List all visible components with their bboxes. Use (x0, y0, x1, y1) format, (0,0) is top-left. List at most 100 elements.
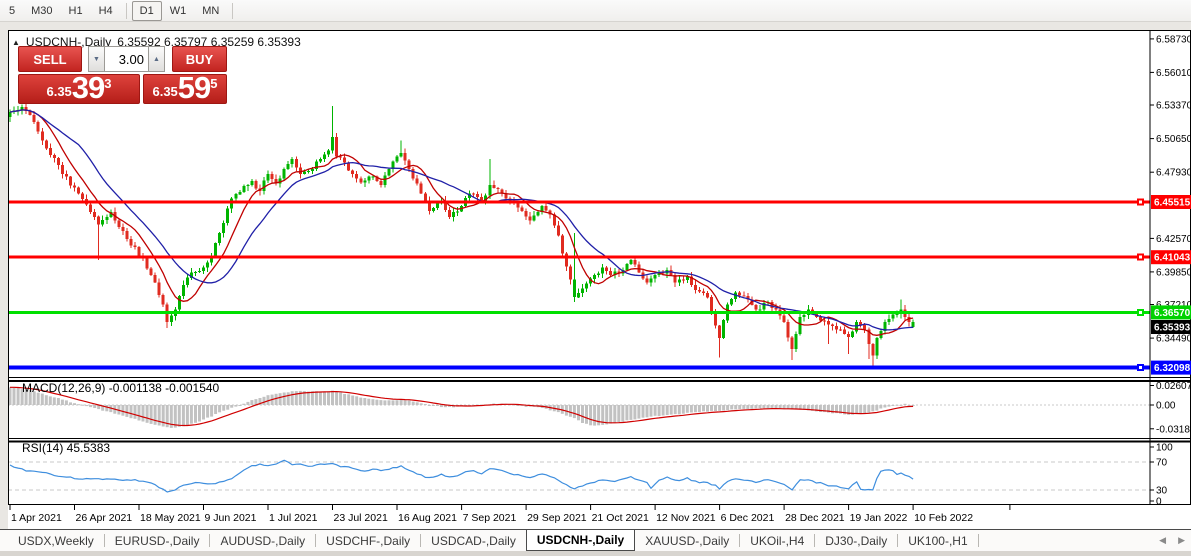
macd-histogram-bar (714, 405, 717, 411)
macd-histogram-bar (859, 405, 862, 414)
macd-histogram-bar (65, 400, 68, 405)
candle-body (49, 148, 52, 155)
macd-histogram-bar (706, 405, 709, 412)
candle-body (61, 165, 64, 174)
macd-histogram-bar (424, 404, 427, 405)
candle-body (799, 317, 802, 334)
macd-histogram-bar (279, 393, 282, 405)
macd-histogram-bar (283, 393, 286, 406)
buy-button[interactable]: BUY (172, 46, 227, 72)
macd-histogram-bar (771, 405, 774, 408)
macd-histogram-bar (85, 405, 88, 406)
buy-price-panel[interactable]: 6.35595 (143, 74, 227, 104)
candle-body (162, 295, 165, 305)
chart-tab-usdx-weekly[interactable]: USDX,Weekly (8, 530, 104, 551)
macd-histogram-bar (662, 405, 665, 416)
chart-tab-usdcnh-daily[interactable]: USDCNH-,Daily (526, 530, 635, 551)
macd-histogram-bar (658, 405, 661, 416)
candle-body (863, 325, 866, 329)
rsi-tick-label: 70 (1156, 458, 1168, 469)
macd-histogram-bar (400, 400, 403, 405)
timeframe-button-w1[interactable]: W1 (162, 1, 195, 21)
chart-tab-ukoil-h4[interactable]: UKOil-,H4 (740, 530, 814, 551)
candle-body (37, 122, 40, 132)
candle-body (65, 174, 68, 177)
timeframe-button-h1[interactable]: H1 (61, 1, 91, 21)
macd-histogram-bar (178, 405, 181, 427)
timeframe-button-m30[interactable]: M30 (23, 1, 60, 21)
macd-histogram-bar (182, 405, 185, 426)
candle-body (307, 171, 310, 172)
timeframe-button-d1[interactable]: D1 (132, 1, 162, 21)
date-label: 26 Apr 2021 (76, 512, 133, 524)
macd-histogram-bar (323, 392, 326, 406)
candle-body (436, 203, 439, 208)
macd-histogram-bar (682, 405, 685, 414)
volume-increase-button[interactable]: ▲ (148, 46, 165, 72)
macd-histogram-bar (146, 405, 149, 423)
sell-price-pip: 3 (104, 76, 111, 91)
candle-body (150, 269, 153, 275)
candle-body (343, 157, 346, 162)
timeframe-button-h4[interactable]: H4 (91, 1, 121, 21)
sell-price-panel[interactable]: 6.35393 (18, 74, 140, 104)
tab-scroll-right-icon[interactable]: ▶ (1178, 535, 1185, 546)
chart-tab-usdchf-daily[interactable]: USDCHF-,Daily (316, 530, 420, 551)
chart-tab-dj30-daily[interactable]: DJ30-,Daily (815, 530, 897, 551)
candle-body (41, 132, 44, 141)
price-tick-label: 6.42570 (1156, 234, 1191, 245)
candle-body (81, 194, 84, 199)
chart-tab-usdcad-daily[interactable]: USDCAD-,Daily (421, 530, 526, 551)
macd-histogram-bar (291, 391, 294, 405)
sell-button[interactable]: SELL (18, 46, 82, 72)
tab-scroll-left-icon[interactable]: ◀ (1159, 535, 1166, 546)
candle-body (722, 320, 725, 338)
timeframe-button-mn[interactable]: MN (194, 1, 227, 21)
candle-body (93, 212, 96, 217)
level-price-badge: 6.36570 (1151, 305, 1191, 319)
macd-tick-label: -0.03187 (1156, 424, 1191, 435)
candle-body (851, 332, 854, 337)
candle-body (714, 312, 717, 325)
volume-decrease-button[interactable]: ▼ (88, 46, 105, 72)
volume-input[interactable]: 3.00 (105, 46, 148, 72)
candle-body (525, 211, 528, 217)
candle-body (158, 283, 161, 295)
hline-handle-center (1139, 366, 1142, 369)
chart-tab-xauusd-daily[interactable]: XAUUSD-,Daily (635, 530, 739, 551)
chart-tab-uk100-h1[interactable]: UK100-,H1 (898, 530, 977, 551)
current-price-badge-text: 6.35393 (1154, 323, 1191, 334)
macd-tick-label: 0.00 (1156, 401, 1176, 412)
macd-histogram-bar (625, 405, 628, 420)
candle-body (803, 315, 806, 317)
macd-histogram-bar (105, 405, 108, 411)
buy-price-prefix: 6.35 (152, 84, 177, 99)
candle-body (351, 170, 354, 174)
candle-body (448, 210, 451, 217)
candle-body (287, 164, 290, 169)
candle-body (242, 186, 245, 192)
candle-body (363, 180, 366, 182)
chart-tab-eurusd-daily[interactable]: EURUSD-,Daily (105, 530, 210, 551)
candle-body (492, 185, 495, 188)
candle-body (400, 153, 403, 157)
candle-body (698, 290, 701, 292)
candle-body (214, 243, 217, 255)
date-label: 9 Jun 2021 (205, 512, 257, 524)
macd-histogram-bar (130, 405, 133, 418)
macd-histogram-bar (896, 405, 899, 406)
candle-body (605, 268, 608, 271)
macd-histogram-bar (331, 391, 334, 405)
macd-histogram-bar (408, 401, 411, 406)
candle-body (847, 334, 850, 337)
candle-body (625, 264, 628, 270)
macd-histogram-bar (49, 396, 52, 405)
candle-body (601, 268, 604, 274)
buy-price-pip: 5 (210, 76, 217, 91)
candle-body (222, 223, 225, 233)
timeframe-button-5[interactable]: 5 (1, 1, 23, 21)
macd-histogram-bar (81, 405, 84, 406)
macd-histogram-bar (589, 405, 592, 425)
macd-histogram-bar (440, 405, 443, 407)
chart-tab-audusd-daily[interactable]: AUDUSD-,Daily (210, 530, 315, 551)
